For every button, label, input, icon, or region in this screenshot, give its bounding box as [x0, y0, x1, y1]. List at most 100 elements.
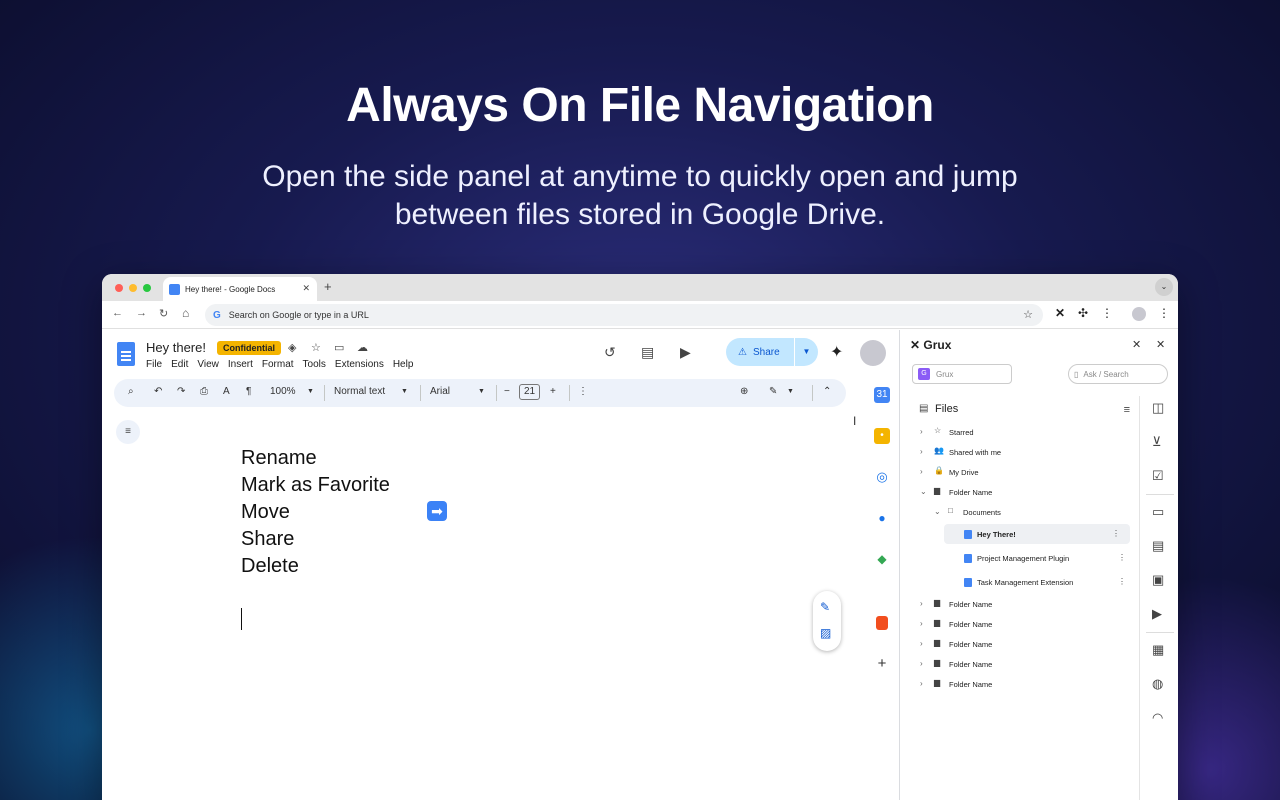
maps-icon[interactable]: ◆: [874, 551, 890, 567]
collapse-toolbar-icon[interactable]: ⌃: [823, 386, 831, 397]
tree-folder-item[interactable]: › ▆ Folder Name: [902, 654, 1136, 674]
checklist-icon[interactable]: ☑: [1152, 468, 1164, 484]
doc-line-delete[interactable]: Delete: [241, 555, 299, 578]
menu-tools[interactable]: Tools: [303, 359, 326, 370]
inbox-icon[interactable]: ⊻: [1152, 434, 1162, 450]
cloud-status-icon[interactable]: ☁: [357, 341, 368, 354]
doc-line-favorite[interactable]: Mark as Favorite: [241, 474, 390, 497]
version-history-icon[interactable]: ↺: [604, 344, 616, 361]
tree-folder-item[interactable]: › ▆ Folder Name: [902, 614, 1136, 634]
more-icon[interactable]: ⋮: [1101, 306, 1113, 320]
chevron-right-icon[interactable]: ›: [920, 599, 923, 608]
undo-icon[interactable]: ↶: [154, 386, 162, 397]
chevron-down-icon[interactable]: ⌄: [920, 487, 927, 496]
doc-line-share[interactable]: Share: [241, 528, 294, 551]
folders-icon[interactable]: ▣: [1152, 572, 1164, 588]
add-app-icon[interactable]: +: [874, 656, 890, 672]
new-tab-button[interactable]: +: [324, 279, 332, 294]
doc-line-rename[interactable]: Rename: [241, 447, 317, 470]
chevron-right-icon[interactable]: ›: [920, 427, 923, 436]
document-title[interactable]: Hey there!: [146, 340, 206, 355]
move-folder-icon[interactable]: ▭: [334, 341, 344, 354]
tree-folder-item[interactable]: ⌄ ▆ Folder Name: [902, 482, 1136, 502]
pin-icon[interactable]: ✕: [1132, 338, 1141, 351]
menu-view[interactable]: View: [197, 359, 219, 370]
ask-search-input[interactable]: ▯ Ask / Search: [1068, 364, 1168, 384]
file-more-icon[interactable]: ⋮: [1118, 577, 1126, 586]
paint-format-icon[interactable]: ¶: [246, 386, 251, 397]
minimize-window-icon[interactable]: [129, 284, 137, 292]
puzzle-extensions-icon[interactable]: ✣: [1078, 306, 1088, 320]
comments-icon[interactable]: ▤: [641, 344, 654, 361]
menu-help[interactable]: Help: [393, 359, 414, 370]
font-size-input[interactable]: 21: [519, 384, 541, 400]
menu-edit[interactable]: Edit: [171, 359, 188, 370]
star-icon[interactable]: ☆: [311, 341, 321, 354]
font-select[interactable]: Arial: [430, 386, 450, 397]
keep-icon[interactable]: •: [874, 428, 890, 444]
image-edit-icon[interactable]: ▨: [820, 626, 831, 640]
chevron-right-icon[interactable]: ›: [920, 679, 923, 688]
maximize-window-icon[interactable]: [143, 284, 151, 292]
ticket-icon[interactable]: ▤: [1152, 538, 1164, 554]
style-select[interactable]: Normal text: [334, 386, 385, 397]
menu-format[interactable]: Format: [262, 359, 294, 370]
zoom-select[interactable]: 100%: [270, 386, 296, 397]
headset-icon[interactable]: ◠: [1152, 710, 1163, 726]
browser-tab[interactable]: Hey there! - Google Docs ✕: [163, 277, 317, 301]
increase-font-icon[interactable]: +: [550, 386, 556, 397]
tree-folder-item[interactable]: › ▆ Folder Name: [902, 674, 1136, 694]
grid-table-icon[interactable]: ▦: [1152, 642, 1164, 658]
globe-icon[interactable]: ◍: [1152, 676, 1163, 692]
layout-icon[interactable]: ◫: [1152, 400, 1164, 416]
tab-search-button[interactable]: ⌄: [1155, 278, 1173, 296]
forward-icon[interactable]: →: [136, 307, 147, 319]
tree-folder-item[interactable]: › ☆ Starred: [902, 422, 1136, 442]
bookmark-star-icon[interactable]: ☆: [1023, 308, 1033, 321]
chevron-right-icon[interactable]: ›: [920, 467, 923, 476]
tree-folder-item[interactable]: › ▆ Folder Name: [902, 634, 1136, 654]
file-more-icon[interactable]: ⋮: [1112, 529, 1120, 538]
tab-close-icon[interactable]: ✕: [302, 283, 310, 294]
close-panel-icon[interactable]: ✕: [1156, 338, 1165, 351]
tree-file-item[interactable]: Task Management Extension ⋮: [902, 572, 1136, 592]
chevron-right-icon[interactable]: ›: [920, 619, 923, 628]
tree-folder-item[interactable]: › ▆ Folder Name: [902, 594, 1136, 614]
more-options-icon[interactable]: ⋮: [578, 386, 588, 397]
reload-icon[interactable]: ↻: [159, 307, 168, 320]
spellcheck-icon[interactable]: A: [223, 386, 230, 397]
chevron-right-icon[interactable]: ›: [920, 447, 923, 456]
grux-extension-icon[interactable]: ✕: [1055, 306, 1065, 320]
tasks-icon[interactable]: ◎: [874, 469, 890, 485]
tree-file-item[interactable]: Project Management Plugin ⋮: [902, 548, 1136, 568]
menu-extensions[interactable]: Extensions: [335, 359, 384, 370]
gemini-sparkle-icon[interactable]: ✦: [830, 342, 843, 362]
tree-folder-item[interactable]: › 🔒 My Drive: [902, 462, 1136, 482]
shield-icon[interactable]: ◈: [288, 341, 296, 354]
chevron-right-icon[interactable]: ›: [920, 659, 923, 668]
workspace-selector[interactable]: G Grux: [912, 364, 1012, 384]
chevron-down-icon[interactable]: ⌄: [934, 507, 941, 516]
tree-folder-item[interactable]: ⌄ □ Documents: [902, 502, 1136, 522]
menu-file[interactable]: File: [146, 359, 162, 370]
share-button[interactable]: ⚠ Share ▼: [726, 338, 818, 366]
file-more-icon[interactable]: ⋮: [1118, 553, 1126, 562]
confidential-badge[interactable]: Confidential: [217, 341, 281, 355]
document-outline-icon[interactable]: ≡: [116, 420, 140, 444]
editing-mode-icon[interactable]: ✎: [769, 386, 777, 397]
search-menus-icon[interactable]: ⌕: [128, 386, 134, 397]
browser-menu-icon[interactable]: ⋮: [1158, 306, 1170, 320]
home-icon[interactable]: ⌂: [182, 306, 189, 320]
tree-folder-item[interactable]: › 👥 Shared with me: [902, 442, 1136, 462]
omnibox[interactable]: G Search on Google or type in a URL ☆: [205, 304, 1043, 326]
ai-assist-icon[interactable]: ⊕: [740, 386, 748, 397]
video-icon[interactable]: ▶: [1152, 606, 1162, 622]
close-window-icon[interactable]: [115, 284, 123, 292]
chevron-right-icon[interactable]: ›: [920, 639, 923, 648]
doc-line-move[interactable]: Move: [241, 501, 290, 524]
tree-file-item[interactable]: Hey There! ⋮: [944, 524, 1130, 544]
chat-icon[interactable]: ▭: [1152, 504, 1164, 520]
figma-icon[interactable]: [876, 616, 888, 630]
meet-icon[interactable]: ▶: [680, 344, 691, 361]
decrease-font-icon[interactable]: −: [504, 386, 510, 397]
